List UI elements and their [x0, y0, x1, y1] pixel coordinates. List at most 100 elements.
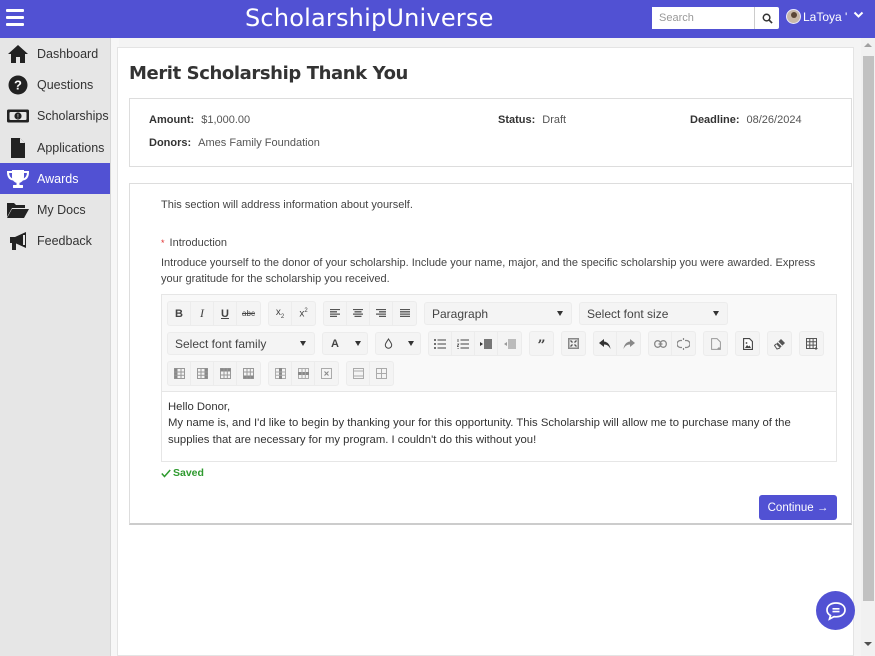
sidebar-item-dashboard[interactable]: Dashboard	[0, 38, 110, 69]
user-name: LaToya '	[803, 9, 848, 24]
search-button[interactable]	[755, 7, 779, 29]
svg-text:?: ?	[14, 77, 22, 92]
underline-button[interactable]: U	[214, 302, 237, 325]
sidebar-item-scholarships[interactable]: ! Scholarships	[0, 101, 110, 132]
donors-value: Ames Family Foundation	[198, 137, 320, 149]
fullscreen-button[interactable]	[562, 332, 585, 355]
insert-column-right-button[interactable]	[191, 362, 214, 385]
caret-down-icon	[713, 311, 719, 316]
table-delete-column-icon	[274, 368, 286, 379]
font-family-select[interactable]: Select font family	[167, 332, 315, 355]
scroll-down-arrow-icon[interactable]	[864, 642, 872, 646]
sidebar-item-my-docs[interactable]: My Docs	[0, 194, 110, 225]
text-color-button[interactable]: A	[322, 332, 368, 355]
editor-content[interactable]: Hello Donor, My name is, and I'd like to…	[168, 399, 832, 448]
chat-bubble-icon	[825, 601, 846, 621]
split-cells-button[interactable]	[370, 362, 393, 385]
file-icon	[0, 137, 36, 158]
delete-table-button[interactable]	[315, 362, 338, 385]
numbered-list-button[interactable]	[452, 332, 475, 355]
align-left-icon	[330, 309, 340, 318]
strikethrough-icon: abc	[242, 309, 255, 318]
home-icon	[0, 44, 36, 64]
insert-row-above-button[interactable]	[214, 362, 237, 385]
quote-icon: ”	[537, 337, 546, 354]
money-bill-icon: !	[0, 108, 36, 124]
italic-button[interactable]: I	[191, 302, 214, 325]
unlink-button[interactable]	[672, 332, 695, 355]
chat-button[interactable]	[816, 591, 855, 630]
deadline-field: Deadline: 08/26/2024	[690, 114, 802, 126]
undo-button[interactable]	[594, 332, 617, 355]
vertical-scrollbar[interactable]	[861, 38, 875, 656]
subscript-button[interactable]: x2	[269, 302, 292, 325]
sidebar-item-applications[interactable]: Applications	[0, 132, 110, 163]
outdent-button[interactable]	[498, 332, 521, 355]
delete-row-button[interactable]	[292, 362, 315, 385]
search-box	[652, 7, 779, 29]
editor-line: My name is, and I'd like to begin by tha…	[168, 417, 791, 446]
table-row-below-icon	[243, 368, 254, 379]
merge-cells-button[interactable]	[347, 362, 370, 385]
delete-column-button[interactable]	[269, 362, 292, 385]
align-left-button[interactable]	[324, 302, 347, 325]
image-icon	[742, 337, 753, 350]
folder-open-icon	[0, 201, 36, 219]
user-menu[interactable]: LaToya '	[786, 9, 847, 24]
search-input[interactable]	[652, 7, 755, 29]
question-description: Introduce yourself to the donor of your …	[161, 257, 816, 285]
table-delete-icon	[321, 368, 332, 379]
insert-image-button[interactable]	[736, 332, 759, 355]
align-center-icon	[353, 309, 363, 318]
font-size-select[interactable]: Select font size	[579, 302, 728, 325]
table-icon	[805, 337, 817, 350]
checkmark-icon	[161, 469, 171, 478]
continue-button[interactable]: Continue →	[759, 495, 837, 520]
question-label: * Introduction	[161, 237, 227, 249]
sidebar-item-feedback[interactable]: Feedback	[0, 226, 110, 257]
droplet-icon	[384, 338, 393, 349]
trophy-icon	[0, 169, 36, 189]
editor-line: Hello Donor,	[168, 401, 231, 413]
sidebar-item-awards[interactable]: Awards	[0, 163, 110, 195]
redo-button[interactable]	[617, 332, 640, 355]
bullet-list-button[interactable]	[429, 332, 452, 355]
brand-logo[interactable]: ScholarshipUniverse	[245, 4, 494, 32]
table-merge-icon	[352, 368, 364, 379]
insert-file-button[interactable]	[704, 332, 727, 355]
chevron-down-icon[interactable]	[853, 11, 864, 19]
award-info-box: Amount: $1,000.00 Donors: Ames Family Foun…	[129, 98, 852, 167]
align-right-button[interactable]	[370, 302, 393, 325]
menu-icon[interactable]	[6, 9, 24, 27]
strikethrough-button[interactable]: abc	[237, 302, 260, 325]
clear-formatting-button[interactable]	[768, 332, 791, 355]
table-row-above-icon	[219, 368, 231, 379]
insert-table-button[interactable]	[800, 332, 823, 355]
insert-column-left-button[interactable]	[168, 362, 191, 385]
text-color-icon: A	[331, 337, 339, 350]
scroll-up-arrow-icon[interactable]	[864, 43, 872, 47]
question-title: Introduction	[169, 237, 227, 249]
table-column-left-icon	[173, 368, 185, 379]
scrollbar-thumb[interactable]	[863, 56, 874, 601]
bold-button[interactable]: B	[168, 302, 191, 325]
deadline-value: 08/26/2024	[746, 114, 802, 126]
format-select[interactable]: Paragraph	[424, 302, 572, 325]
status-field: Status: Draft	[498, 114, 566, 126]
status-label: Status:	[498, 114, 536, 126]
bold-icon: B	[175, 307, 183, 320]
amount-value: $1,000.00	[201, 114, 251, 126]
insert-link-button[interactable]	[649, 332, 672, 355]
background-color-button[interactable]	[375, 332, 421, 355]
fullscreen-icon	[568, 338, 579, 349]
align-justify-button[interactable]	[393, 302, 416, 325]
sidebar-item-questions[interactable]: ? Questions	[0, 69, 110, 100]
indent-button[interactable]	[475, 332, 498, 355]
caret-down-icon	[557, 311, 563, 316]
superscript-button[interactable]: x2	[292, 302, 315, 325]
link-icon	[653, 339, 667, 348]
blockquote-button[interactable]: ”	[530, 332, 553, 355]
align-center-button[interactable]	[347, 302, 370, 325]
indent-icon	[480, 338, 492, 349]
insert-row-below-button[interactable]	[237, 362, 260, 385]
